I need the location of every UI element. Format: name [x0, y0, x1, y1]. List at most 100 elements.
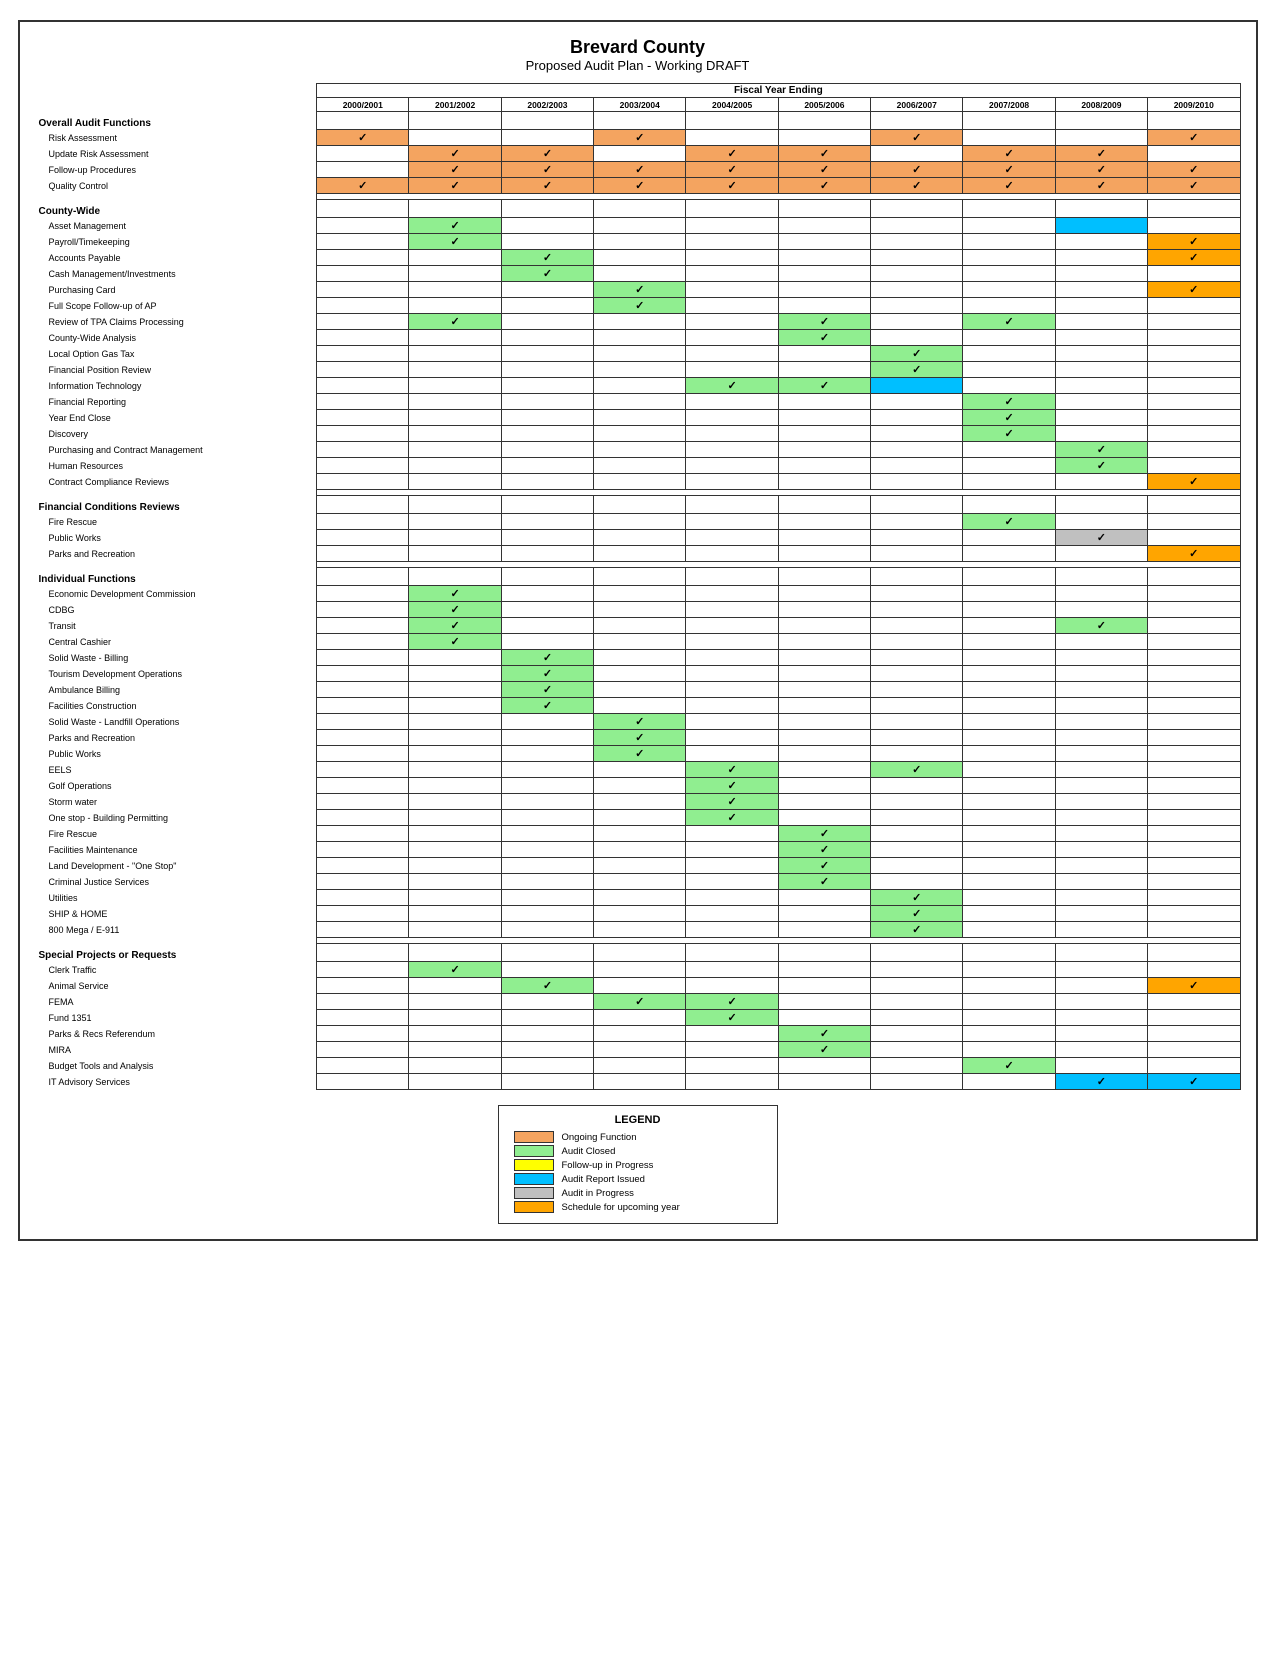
cell: ✓	[409, 634, 501, 650]
cell: ✓	[594, 282, 686, 298]
cell	[1148, 746, 1240, 762]
label-central-cashier: Central Cashier	[35, 634, 317, 650]
row-fund-1351: Fund 1351 ✓	[35, 1010, 1241, 1026]
cell	[778, 730, 870, 746]
legend-item-closed: Audit Closed	[514, 1145, 762, 1157]
cell	[317, 794, 409, 810]
cell	[963, 762, 1055, 778]
cell	[317, 682, 409, 698]
row-purchasing-contract: Purchasing and Contract Management ✓	[35, 442, 1241, 458]
year-2004: 2004/2005	[686, 98, 778, 112]
cell	[317, 112, 409, 130]
cell: ✓	[686, 994, 778, 1010]
cell: ✓	[501, 978, 593, 994]
cell	[317, 162, 409, 178]
section-overall-label: Overall Audit Functions	[35, 112, 317, 130]
cell	[778, 962, 870, 978]
cell	[686, 234, 778, 250]
cell	[594, 546, 686, 562]
row-one-stop: One stop - Building Permitting ✓	[35, 810, 1241, 826]
cell	[1148, 922, 1240, 938]
cell	[686, 666, 778, 682]
cell	[409, 826, 501, 842]
cell	[1148, 810, 1240, 826]
cell	[501, 546, 593, 562]
label-accounts-payable: Accounts Payable	[35, 250, 317, 266]
row-transit: Transit ✓ ✓	[35, 618, 1241, 634]
cell	[501, 794, 593, 810]
cell	[1055, 682, 1147, 698]
row-asset-mgmt: Asset Management ✓	[35, 218, 1241, 234]
cell	[409, 378, 501, 394]
cell: ✓	[409, 234, 501, 250]
page: Brevard County Proposed Audit Plan - Wor…	[18, 20, 1258, 1241]
legend-color-ongoing	[514, 1131, 554, 1143]
cell: ✓	[501, 178, 593, 194]
cell	[1148, 634, 1240, 650]
cell	[1055, 906, 1147, 922]
cell	[317, 298, 409, 314]
cell	[594, 410, 686, 426]
cell	[317, 906, 409, 922]
cell	[594, 426, 686, 442]
cell	[778, 714, 870, 730]
cell	[501, 618, 593, 634]
cell	[1055, 1026, 1147, 1042]
row-parks-rec-fin: Parks and Recreation ✓	[35, 546, 1241, 562]
cell: ✓	[409, 618, 501, 634]
cell	[594, 666, 686, 682]
cell	[501, 1010, 593, 1026]
cell	[871, 586, 963, 602]
cell	[871, 794, 963, 810]
label-ship-home: SHIP & HOME	[35, 906, 317, 922]
row-800-mega: 800 Mega / E-911 ✓	[35, 922, 1241, 938]
cell	[1055, 826, 1147, 842]
cell	[686, 530, 778, 546]
cell	[317, 530, 409, 546]
empty-header	[35, 84, 317, 98]
cell	[594, 1074, 686, 1090]
label-fema: FEMA	[35, 994, 317, 1010]
empty-year-header	[35, 98, 317, 112]
cell	[871, 650, 963, 666]
cell	[963, 130, 1055, 146]
year-2006: 2006/2007	[871, 98, 963, 112]
cell	[686, 410, 778, 426]
cell	[594, 378, 686, 394]
cell	[686, 874, 778, 890]
cell	[686, 944, 778, 962]
cell	[963, 568, 1055, 586]
cell	[317, 200, 409, 218]
cell	[409, 650, 501, 666]
cell	[317, 1074, 409, 1090]
label-clerk-traffic: Clerk Traffic	[35, 962, 317, 978]
cell	[1148, 410, 1240, 426]
label-financial-reporting: Financial Reporting	[35, 394, 317, 410]
cell	[1148, 378, 1240, 394]
cell	[1148, 714, 1240, 730]
label-cash-mgmt: Cash Management/Investments	[35, 266, 317, 282]
cell	[963, 842, 1055, 858]
cell	[594, 568, 686, 586]
cell	[594, 618, 686, 634]
cell	[409, 546, 501, 562]
cell	[409, 1058, 501, 1074]
cell	[1148, 496, 1240, 514]
cell	[778, 762, 870, 778]
cell	[686, 714, 778, 730]
cell	[871, 698, 963, 714]
cell	[594, 314, 686, 330]
cell	[1055, 394, 1147, 410]
cell	[501, 730, 593, 746]
cell	[317, 962, 409, 978]
cell	[1055, 962, 1147, 978]
cell: ✓	[409, 218, 501, 234]
cell	[1148, 146, 1240, 162]
cell	[1148, 666, 1240, 682]
cell	[317, 1010, 409, 1026]
cell	[1055, 586, 1147, 602]
cell	[1055, 922, 1147, 938]
cell	[409, 426, 501, 442]
cell	[871, 112, 963, 130]
legend-color-upcoming	[514, 1201, 554, 1213]
